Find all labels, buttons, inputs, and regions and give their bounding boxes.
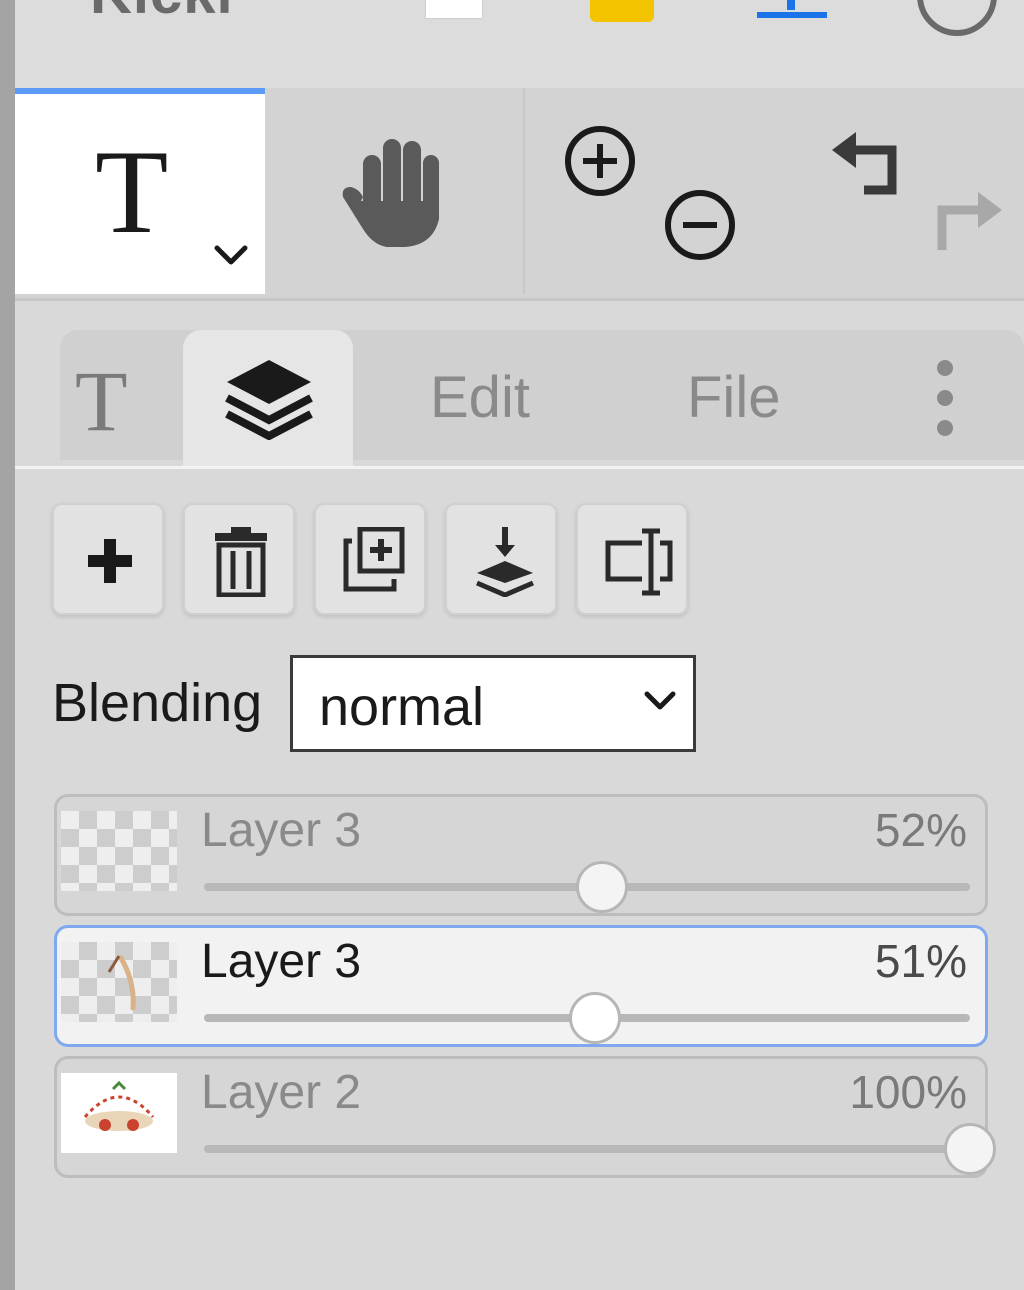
layer-name: Layer 3 xyxy=(201,935,362,988)
layer-item[interactable]: Layer 2 100% xyxy=(54,1056,996,1178)
header-color-swatch-yellow[interactable] xyxy=(590,0,654,22)
tab-layers[interactable] xyxy=(183,330,353,466)
plus-icon xyxy=(88,539,132,583)
undo-icon[interactable] xyxy=(830,128,904,198)
opacity-slider-handle[interactable] xyxy=(944,1123,996,1175)
toolbar-separator xyxy=(523,88,525,294)
blending-select[interactable]: normal xyxy=(290,655,696,752)
tab-edit[interactable]: Edit xyxy=(430,364,530,431)
app-logo: Kicki xyxy=(90,0,234,27)
text-tool-icon: T xyxy=(95,125,169,258)
zoom-out-icon[interactable] xyxy=(663,188,737,262)
opacity-slider-track[interactable] xyxy=(204,992,970,1044)
redo-icon[interactable] xyxy=(930,188,1004,258)
blending-label: Blending xyxy=(52,673,263,733)
layer-opacity-value: 100% xyxy=(849,1066,967,1118)
rename-layer-button[interactable] xyxy=(576,503,688,615)
chevron-down-icon[interactable] xyxy=(213,244,249,268)
tab-file[interactable]: File xyxy=(687,364,780,431)
header-color-swatch-white[interactable] xyxy=(425,0,483,19)
duplicate-icon xyxy=(343,527,405,592)
blending-value: normal xyxy=(319,677,485,737)
layer-stroke-preview xyxy=(107,955,136,1011)
zoom-in-icon[interactable] xyxy=(563,124,637,198)
duplicate-layer-button[interactable] xyxy=(314,503,426,615)
layer-item[interactable]: Layer 3 52% xyxy=(54,794,988,916)
layer-drawing-preview xyxy=(83,1080,155,1131)
layers-icon xyxy=(225,360,313,440)
opacity-slider-handle[interactable] xyxy=(576,861,629,913)
layer-name: Layer 3 xyxy=(201,804,362,857)
tool-toolbar: T xyxy=(15,88,1024,301)
layer-opacity-value: 51% xyxy=(874,935,967,987)
opacity-slider-track[interactable] xyxy=(204,1123,996,1175)
layer-item-selected[interactable]: Layer 3 51% xyxy=(54,925,988,1047)
layer-thumbnail xyxy=(61,811,177,891)
add-layer-button[interactable] xyxy=(52,503,164,615)
text-tool-button[interactable]: T xyxy=(15,88,265,294)
opacity-slider-handle[interactable] xyxy=(568,992,621,1044)
layer-thumbnail xyxy=(61,1073,177,1153)
tab-text[interactable]: T xyxy=(75,358,128,444)
merge-down-button[interactable] xyxy=(445,503,557,615)
layer-opacity-value: 52% xyxy=(874,804,967,856)
merge-down-icon xyxy=(476,527,534,597)
app-header: Kicki xyxy=(15,0,1024,88)
download-icon[interactable] xyxy=(757,0,827,20)
more-menu-icon[interactable] xyxy=(935,360,959,440)
layer-thumbnail xyxy=(61,942,177,1022)
chevron-down-icon xyxy=(644,691,676,710)
help-icon[interactable] xyxy=(917,0,997,36)
rename-icon xyxy=(605,528,673,596)
delete-layer-button[interactable] xyxy=(183,503,295,615)
layer-name: Layer 2 xyxy=(201,1066,362,1119)
window-edge xyxy=(0,0,15,1290)
trash-icon xyxy=(215,527,267,597)
opacity-slider-track[interactable] xyxy=(204,861,970,913)
hand-tool-icon[interactable] xyxy=(333,133,463,253)
panel-tabs: T Edit File xyxy=(15,300,1024,469)
